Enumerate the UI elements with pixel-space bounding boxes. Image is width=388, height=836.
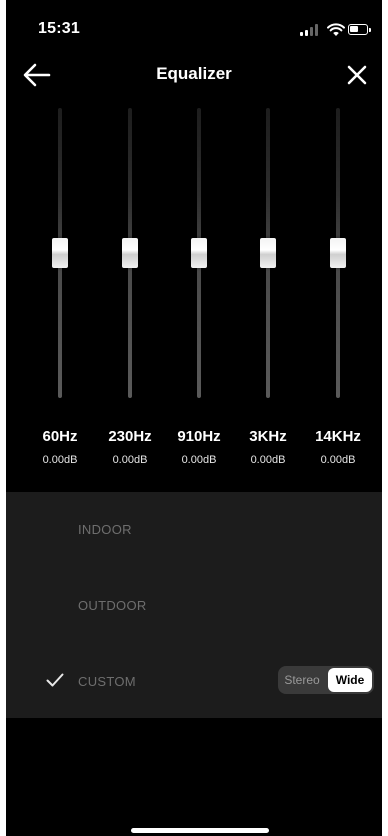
equalizer-sliders: 60Hz 0.00dB 230Hz 0.00dB 910Hz 0.00dB 3K… — [0, 108, 388, 478]
home-indicator — [131, 828, 269, 833]
band-frequency: 14KHz — [315, 428, 361, 445]
band-frequency: 230Hz — [108, 428, 152, 445]
slider-thumb[interactable] — [52, 238, 68, 268]
band-gain: 0.00dB — [320, 454, 356, 466]
checkmark-icon — [46, 673, 64, 687]
close-icon[interactable] — [344, 62, 370, 88]
header-bar: Equalizer — [0, 56, 388, 92]
page-title: Equalizer — [156, 64, 232, 83]
mode-label: CUSTOM — [78, 674, 136, 689]
slider-thumb[interactable] — [330, 238, 346, 268]
mode-option-outdoor[interactable]: OUTDOOR — [6, 576, 382, 636]
status-time: 15:31 — [38, 20, 80, 37]
band-gain: 0.00dB — [181, 454, 217, 466]
eq-band-14khz: 14KHz 0.00dB — [308, 108, 368, 478]
eq-band-60hz: 60Hz 0.00dB — [30, 108, 90, 478]
wide-option[interactable]: Wide — [328, 668, 372, 692]
status-icons — [300, 22, 371, 38]
band-frequency: 910Hz — [177, 428, 221, 445]
band-gain: 0.00dB — [42, 454, 78, 466]
eq-band-230hz: 230Hz 0.00dB — [100, 108, 160, 478]
mode-label: OUTDOOR — [78, 598, 147, 613]
slider-thumb[interactable] — [191, 238, 207, 268]
eq-band-3khz: 3KHz 0.00dB — [238, 108, 298, 478]
mode-label: INDOOR — [78, 522, 132, 537]
band-frequency: 3KHz — [249, 428, 287, 445]
stereo-option[interactable]: Stereo — [280, 668, 324, 692]
battery-tip — [369, 28, 371, 32]
stereo-wide-toggle: Stereo Wide — [278, 666, 374, 694]
band-gain: 0.00dB — [112, 454, 148, 466]
signal-icon — [300, 24, 322, 36]
slider-thumb[interactable] — [260, 238, 276, 268]
sound-mode-panel: INDOOR OUTDOOR CUSTOM Stereo Wide — [6, 492, 382, 718]
mode-option-indoor[interactable]: INDOOR — [6, 500, 382, 560]
wifi-icon — [327, 23, 345, 36]
slider-thumb[interactable] — [122, 238, 138, 268]
band-frequency: 60Hz — [42, 428, 78, 445]
eq-band-910hz: 910Hz 0.00dB — [169, 108, 229, 478]
band-gain: 0.00dB — [250, 454, 286, 466]
battery-icon — [348, 24, 368, 35]
